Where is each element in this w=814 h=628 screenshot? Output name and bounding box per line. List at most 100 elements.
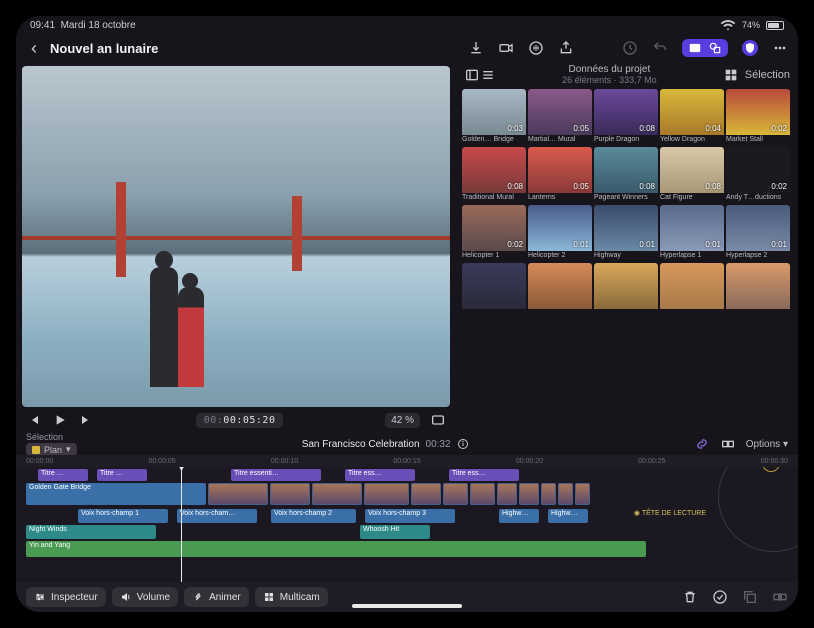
voice-clip[interactable]: Voix hors-cham…: [177, 509, 257, 523]
audio-clip[interactable]: Whoosh Hit: [360, 525, 430, 539]
voice-clip[interactable]: Highw…: [499, 509, 539, 523]
trash-icon[interactable]: [682, 589, 698, 605]
media-pill[interactable]: [682, 39, 728, 57]
zoom-level[interactable]: 42 %: [385, 413, 420, 428]
browser-clip[interactable]: [726, 263, 790, 319]
title-clip[interactable]: Titre …: [38, 469, 88, 481]
share-icon[interactable]: [558, 40, 574, 56]
go-start-icon[interactable]: [26, 412, 42, 428]
title-clip[interactable]: Titre …: [97, 469, 147, 481]
video-clip[interactable]: [558, 483, 573, 505]
voice-clip[interactable]: Voix hors-champ 3: [365, 509, 455, 523]
back-button[interactable]: ‹: [26, 40, 42, 56]
browser-clip[interactable]: 0:01Hyperlapse 2: [726, 205, 790, 261]
volume-button[interactable]: Volume: [112, 587, 178, 607]
voice-clip[interactable]: Voix hors-champ 1: [78, 509, 168, 523]
animate-button[interactable]: Animer: [184, 587, 249, 607]
browser-clip[interactable]: 0:03Golden… Bridge: [462, 89, 526, 145]
browser-clip[interactable]: [462, 263, 526, 319]
video-clip[interactable]: [443, 483, 468, 505]
timeline-ruler[interactable]: 00:00:0000:00:0500:00:1000:00:1500:00:20…: [16, 455, 798, 467]
options-button[interactable]: Options ▾: [746, 439, 788, 450]
fullscreen-icon[interactable]: [430, 412, 446, 428]
browser-clip[interactable]: 0:02Market Stall: [726, 89, 790, 145]
link-icon[interactable]: [694, 436, 710, 452]
history-icon[interactable]: [622, 40, 638, 56]
browser-clip[interactable]: 0:04Yellow Dragon: [660, 89, 724, 145]
audio-clip[interactable]: Night Winds: [26, 525, 156, 539]
browser-clip[interactable]: 0:08Purple Dragon: [594, 89, 658, 145]
timeline-header: Sélection Plan ▾ San Francisco Celebrati…: [16, 433, 798, 455]
video-clip[interactable]: [411, 483, 441, 505]
music-clip[interactable]: Yin and Yang: [26, 541, 646, 557]
playhead[interactable]: [181, 467, 182, 582]
timecode[interactable]: 00:00:05:20: [196, 413, 284, 428]
browser-clip[interactable]: 0:02Helicopter 1: [462, 205, 526, 261]
video-clip[interactable]: [312, 483, 362, 505]
inspector-button[interactable]: Inspecteur: [26, 587, 106, 607]
timeline-body[interactable]: Titre … Titre … Titre essenti… Titre ess… Ti…: [16, 467, 798, 582]
check-icon[interactable]: [712, 589, 728, 605]
title-clip[interactable]: Titre ess…: [345, 469, 415, 481]
voice-clip[interactable]: Voix hors-champ 2: [271, 509, 356, 523]
browser-clip[interactable]: 0:01Hyperlapse 1: [660, 205, 724, 261]
ruler-tick: 00:00:20: [516, 458, 543, 465]
timeline-duration: 00:32: [426, 439, 451, 450]
video-clip[interactable]: [575, 483, 590, 505]
browser-clip[interactable]: 0:08Pageant Winners: [594, 147, 658, 203]
more-icon[interactable]: [772, 40, 788, 56]
browser-clip[interactable]: 0:08Cat Figure: [660, 147, 724, 203]
titles-track: Titre … Titre … Titre essenti… Titre ess… Ti…: [26, 469, 788, 481]
camera-icon[interactable]: [498, 40, 514, 56]
browser-clip[interactable]: 0:05Lanterns: [528, 147, 592, 203]
browser-clip[interactable]: 0:02Andy T…ductions: [726, 147, 790, 203]
browser-grid: 0:03Golden… Bridge0:05Martial… Mural0:08…: [456, 87, 798, 433]
multicam-button[interactable]: Multicam: [255, 587, 328, 607]
shield-icon[interactable]: [742, 40, 758, 56]
video-clip[interactable]: [497, 483, 517, 505]
browser-clip[interactable]: 0:08Traditional Mural: [462, 147, 526, 203]
jog-wheel[interactable]: [718, 467, 798, 552]
timeline-selection-label: Sélection: [26, 432, 77, 442]
go-end-icon[interactable]: [78, 412, 94, 428]
download-icon[interactable]: [468, 40, 484, 56]
video-clip[interactable]: [541, 483, 556, 505]
browser-clip[interactable]: 0:01Helicopter 2: [528, 205, 592, 261]
title-clip[interactable]: Titre essenti…: [231, 469, 321, 481]
snapping-icon[interactable]: [720, 436, 736, 452]
video-clip[interactable]: [519, 483, 539, 505]
undo-icon[interactable]: [652, 40, 668, 56]
browser-clip[interactable]: [594, 263, 658, 319]
battery-icon: 74%: [742, 20, 760, 30]
ruler-tick: 00:00:10: [271, 458, 298, 465]
video-track: Golden Gate Bridge: [26, 483, 788, 505]
title-clip[interactable]: Titre ess…: [449, 469, 519, 481]
selection-label[interactable]: Sélection: [745, 69, 790, 81]
split-icon[interactable]: [772, 589, 788, 605]
play-icon[interactable]: [52, 412, 68, 428]
copy-icon[interactable]: [742, 589, 758, 605]
ruler-tick: 00:00:25: [638, 458, 665, 465]
project-title: Nouvel an lunaire: [50, 41, 158, 56]
video-clip[interactable]: [364, 483, 409, 505]
shapes-icon: [708, 41, 722, 55]
viewer[interactable]: [22, 66, 450, 407]
browser-clip[interactable]: 0:01Highway: [594, 205, 658, 261]
grid-icon[interactable]: [723, 67, 739, 83]
browser-clip[interactable]: [660, 263, 724, 319]
video-clip[interactable]: [270, 483, 310, 505]
video-clip[interactable]: [470, 483, 495, 505]
list-icon[interactable]: [480, 67, 496, 83]
voice-clip[interactable]: Highw…: [548, 509, 588, 523]
sidebar-toggle-icon[interactable]: [464, 67, 480, 83]
browser-clip[interactable]: [528, 263, 592, 319]
status-date: Mardi 18 octobre: [61, 20, 136, 31]
voiceover-icon[interactable]: [528, 40, 544, 56]
wifi-icon: [720, 17, 736, 33]
video-clip[interactable]: Golden Gate Bridge: [26, 483, 206, 505]
info-icon[interactable]: [457, 438, 469, 450]
fx-track: Night Winds Whoosh Hit: [26, 525, 788, 539]
browser-clip[interactable]: 0:05Martial… Mural: [528, 89, 592, 145]
video-clip[interactable]: [208, 483, 268, 505]
home-indicator[interactable]: [352, 604, 462, 608]
